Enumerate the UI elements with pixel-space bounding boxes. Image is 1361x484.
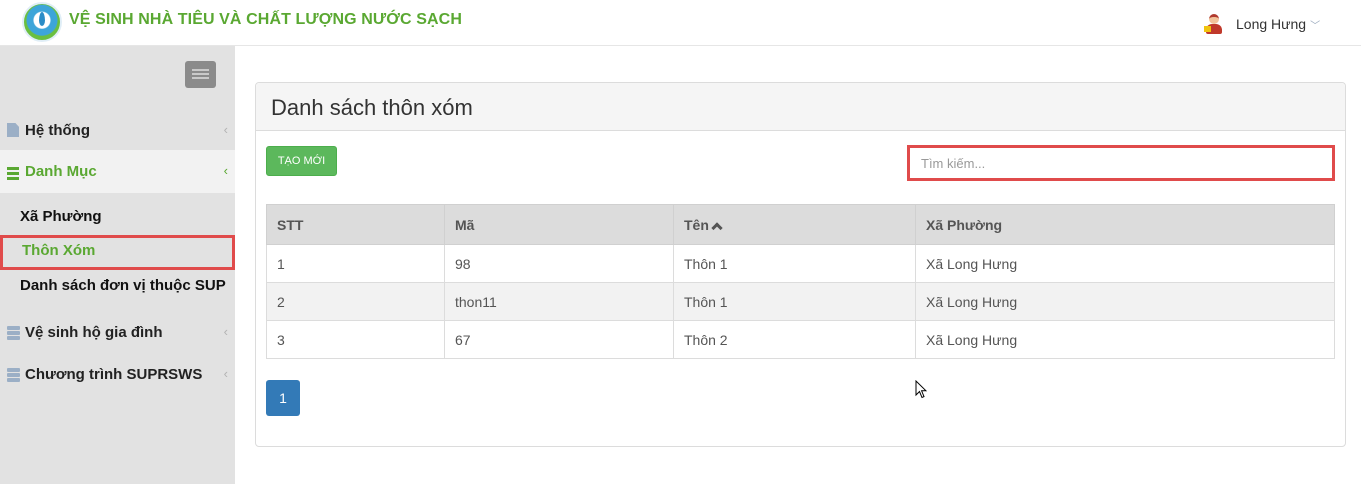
- table-cell: Xã Long Hưng: [915, 320, 1335, 359]
- search-input[interactable]: [910, 148, 1332, 178]
- list-icon: [7, 165, 19, 180]
- column-header-ma[interactable]: Mã: [444, 204, 674, 245]
- content-panel: Danh sách thôn xóm TẠO MỚI STT Mã Tên Xã…: [255, 82, 1346, 447]
- table-cell: 98: [444, 244, 674, 283]
- sidebar-item-label: Vệ sinh hộ gia đình: [25, 323, 163, 341]
- table-cell: thon11: [444, 282, 674, 321]
- column-header-stt[interactable]: STT: [266, 204, 445, 245]
- sidebar-item-label: Hệ thống: [25, 121, 90, 139]
- chevron-left-icon: ‹: [223, 163, 228, 178]
- document-icon: [7, 123, 19, 137]
- mouse-cursor-icon: [915, 380, 927, 399]
- sidebar-subitem-thon-xom[interactable]: Thôn Xóm: [22, 242, 95, 259]
- table-row[interactable]: 3 67 Thôn 2 Xã Long Hưng: [266, 320, 1335, 359]
- table-cell: Xã Long Hưng: [915, 282, 1335, 321]
- server-icon: [7, 367, 20, 382]
- server-icon: [7, 325, 20, 340]
- sidebar-item-chuong-trinh-suprsws[interactable]: Chương trình SUPRSWS ‹: [0, 353, 235, 395]
- sidebar-item-ve-sinh-ho-gia-dinh[interactable]: Vệ sinh hộ gia đình ‹: [0, 311, 235, 353]
- table-cell: 1: [266, 244, 445, 283]
- app-title[interactable]: VỆ SINH NHÀ TIÊU VÀ CHẤT LƯỢNG NƯỚC SẠCH: [69, 11, 462, 29]
- table-cell: Thôn 1: [673, 282, 916, 321]
- create-button[interactable]: TẠO MỚI: [266, 146, 337, 176]
- chevron-down-icon: ﹀: [1310, 20, 1321, 32]
- data-table: STT Mã Tên Xã Phường 1 98 Thôn 1 Xã Long…: [266, 204, 1335, 359]
- column-header-label: Tên: [684, 216, 709, 233]
- sort-ascending-icon: [711, 221, 723, 234]
- sidebar-item-danh-muc[interactable]: Danh Mục ‹: [0, 150, 235, 193]
- sidebar-item-he-thong[interactable]: Hệ thống ‹: [0, 109, 235, 151]
- sidebar: Hệ thống ‹ Danh Mục ‹ Xã Phường Thôn Xóm…: [0, 46, 235, 484]
- panel-header: Danh sách thôn xóm: [256, 83, 1345, 131]
- column-header-ten[interactable]: Tên: [673, 204, 916, 245]
- sidebar-item-label: Chương trình SUPRSWS: [25, 365, 203, 383]
- table-cell: Xã Long Hưng: [915, 244, 1335, 283]
- user-name: Long Hưng: [1236, 16, 1307, 32]
- chevron-left-icon: ‹: [223, 324, 228, 339]
- sidebar-item-label: Danh Mục: [25, 163, 97, 180]
- table-cell: Thôn 1: [673, 244, 916, 283]
- top-header: VỆ SINH NHÀ TIÊU VÀ CHẤT LƯỢNG NƯỚC SẠCH…: [0, 0, 1361, 46]
- table-cell: 2: [266, 282, 445, 321]
- pagination-page-button[interactable]: 1: [266, 380, 300, 416]
- sidebar-subitem-danh-sach-don-vi[interactable]: Danh sách đơn vị thuộc SUP: [20, 277, 226, 294]
- app-logo[interactable]: [22, 2, 62, 42]
- avatar: [1204, 14, 1224, 34]
- table-row[interactable]: 1 98 Thôn 1 Xã Long Hưng: [266, 244, 1335, 283]
- user-menu[interactable]: Long Hưng ﹀: [1204, 13, 1320, 35]
- sidebar-subitem-xa-phuong[interactable]: Xã Phường: [20, 208, 102, 225]
- table-row[interactable]: 2 thon11 Thôn 1 Xã Long Hưng: [266, 282, 1335, 321]
- table-cell: Thôn 2: [673, 320, 916, 359]
- chevron-left-icon: ‹: [223, 122, 228, 137]
- table-cell: 67: [444, 320, 674, 359]
- chevron-left-icon: ‹: [223, 366, 228, 381]
- search-field: [907, 145, 1335, 181]
- sidebar-toggle-button[interactable]: [185, 61, 216, 88]
- page-title: Danh sách thôn xóm: [271, 95, 473, 120]
- column-header-xa-phuong[interactable]: Xã Phường: [915, 204, 1335, 245]
- table-header-row: STT Mã Tên Xã Phường: [266, 204, 1335, 245]
- table-cell: 3: [266, 320, 445, 359]
